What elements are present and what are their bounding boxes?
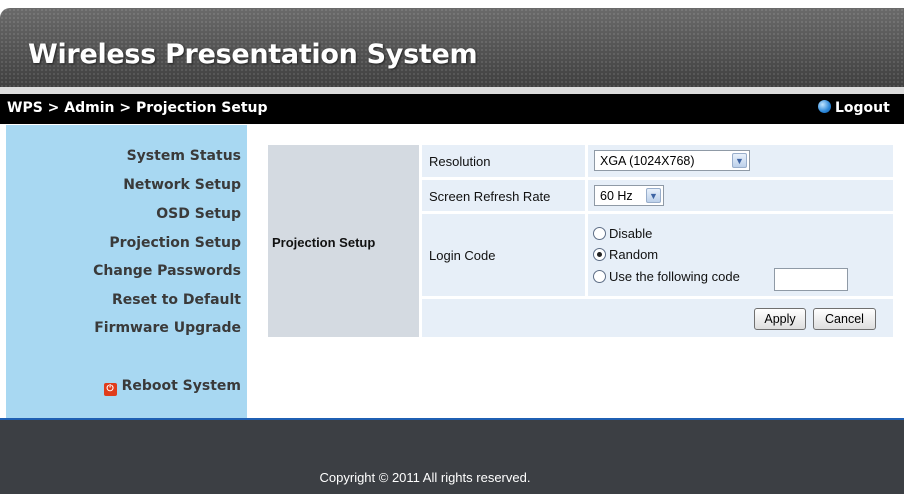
apply-button[interactable]: Apply: [754, 308, 806, 330]
logout-link[interactable]: Logout: [818, 100, 890, 116]
action-cell: Apply Cancel: [422, 299, 893, 337]
refresh-value-cell: 60 Hz ▼: [588, 180, 893, 211]
resolution-select[interactable]: XGA (1024X768) ▼: [594, 150, 750, 171]
chevron-down-icon: ▼: [646, 188, 661, 203]
sidebar: System Status Network Setup OSD Setup Pr…: [6, 125, 247, 418]
section-label: Projection Setup: [272, 235, 376, 250]
radio-disable[interactable]: Disable: [593, 226, 652, 244]
app-header: Wireless Presentation System: [0, 8, 904, 87]
header-divider: [0, 87, 904, 94]
radio-circle: [593, 227, 606, 240]
reboot-label: Reboot System: [121, 378, 241, 394]
refresh-rate-label: Screen Refresh Rate: [429, 189, 551, 204]
section-cell: Projection Setup: [268, 145, 419, 337]
refresh-label-cell: Screen Refresh Rate: [422, 180, 585, 211]
breadcrumb: WPS > Admin > Projection Setup: [7, 100, 268, 116]
sidebar-item-firmware-upgrade[interactable]: Firmware Upgrade: [94, 320, 241, 336]
login-code-label: Login Code: [429, 248, 496, 263]
login-code-value-cell: Disable Random Use the following code: [588, 214, 893, 296]
copyright-text: Copyright © 2011 All rights reserved.: [319, 470, 531, 485]
radio-use-code[interactable]: Use the following code: [593, 269, 740, 287]
sidebar-item-projection-setup[interactable]: Projection Setup: [109, 235, 241, 251]
reboot-system-button[interactable]: ⏻ Reboot System: [103, 378, 241, 396]
breadcrumb-bar: WPS > Admin > Projection Setup Logout: [0, 94, 904, 124]
chevron-down-icon: ▼: [732, 153, 747, 168]
cancel-button[interactable]: Cancel: [813, 308, 876, 330]
login-code-label-cell: Login Code: [422, 214, 585, 296]
resolution-value: XGA (1024X768): [600, 154, 695, 168]
radio-disable-label: Disable: [609, 226, 653, 241]
login-code-input[interactable]: [774, 268, 848, 291]
resolution-value-cell: XGA (1024X768) ▼: [588, 145, 893, 177]
sidebar-item-reset-to-default[interactable]: Reset to Default: [112, 292, 241, 308]
sidebar-item-network-setup[interactable]: Network Setup: [123, 177, 241, 193]
sidebar-item-osd-setup[interactable]: OSD Setup: [156, 206, 241, 222]
app-title: Wireless Presentation System: [28, 39, 478, 70]
login-code-options: Disable Random Use the following code: [593, 214, 893, 296]
radio-random[interactable]: Random: [593, 247, 658, 265]
sidebar-item-change-passwords[interactable]: Change Passwords: [93, 263, 241, 279]
power-icon: ⏻: [103, 383, 117, 396]
logout-label: Logout: [835, 100, 890, 116]
globe-icon: [818, 100, 831, 113]
footer: Copyright © 2011 All rights reserved.: [0, 420, 904, 494]
refresh-rate-select[interactable]: 60 Hz ▼: [594, 185, 664, 206]
radio-random-label: Random: [609, 247, 659, 262]
projection-setup-form: Projection Setup Resolution XGA (1024X76…: [268, 145, 893, 337]
radio-circle-checked: [593, 248, 606, 261]
radio-circle: [593, 270, 606, 283]
resolution-label-cell: Resolution: [422, 145, 585, 177]
refresh-rate-value: 60 Hz: [600, 189, 633, 203]
resolution-label: Resolution: [429, 154, 491, 169]
sidebar-item-system-status[interactable]: System Status: [127, 148, 241, 164]
radio-use-code-label: Use the following code: [609, 269, 740, 284]
